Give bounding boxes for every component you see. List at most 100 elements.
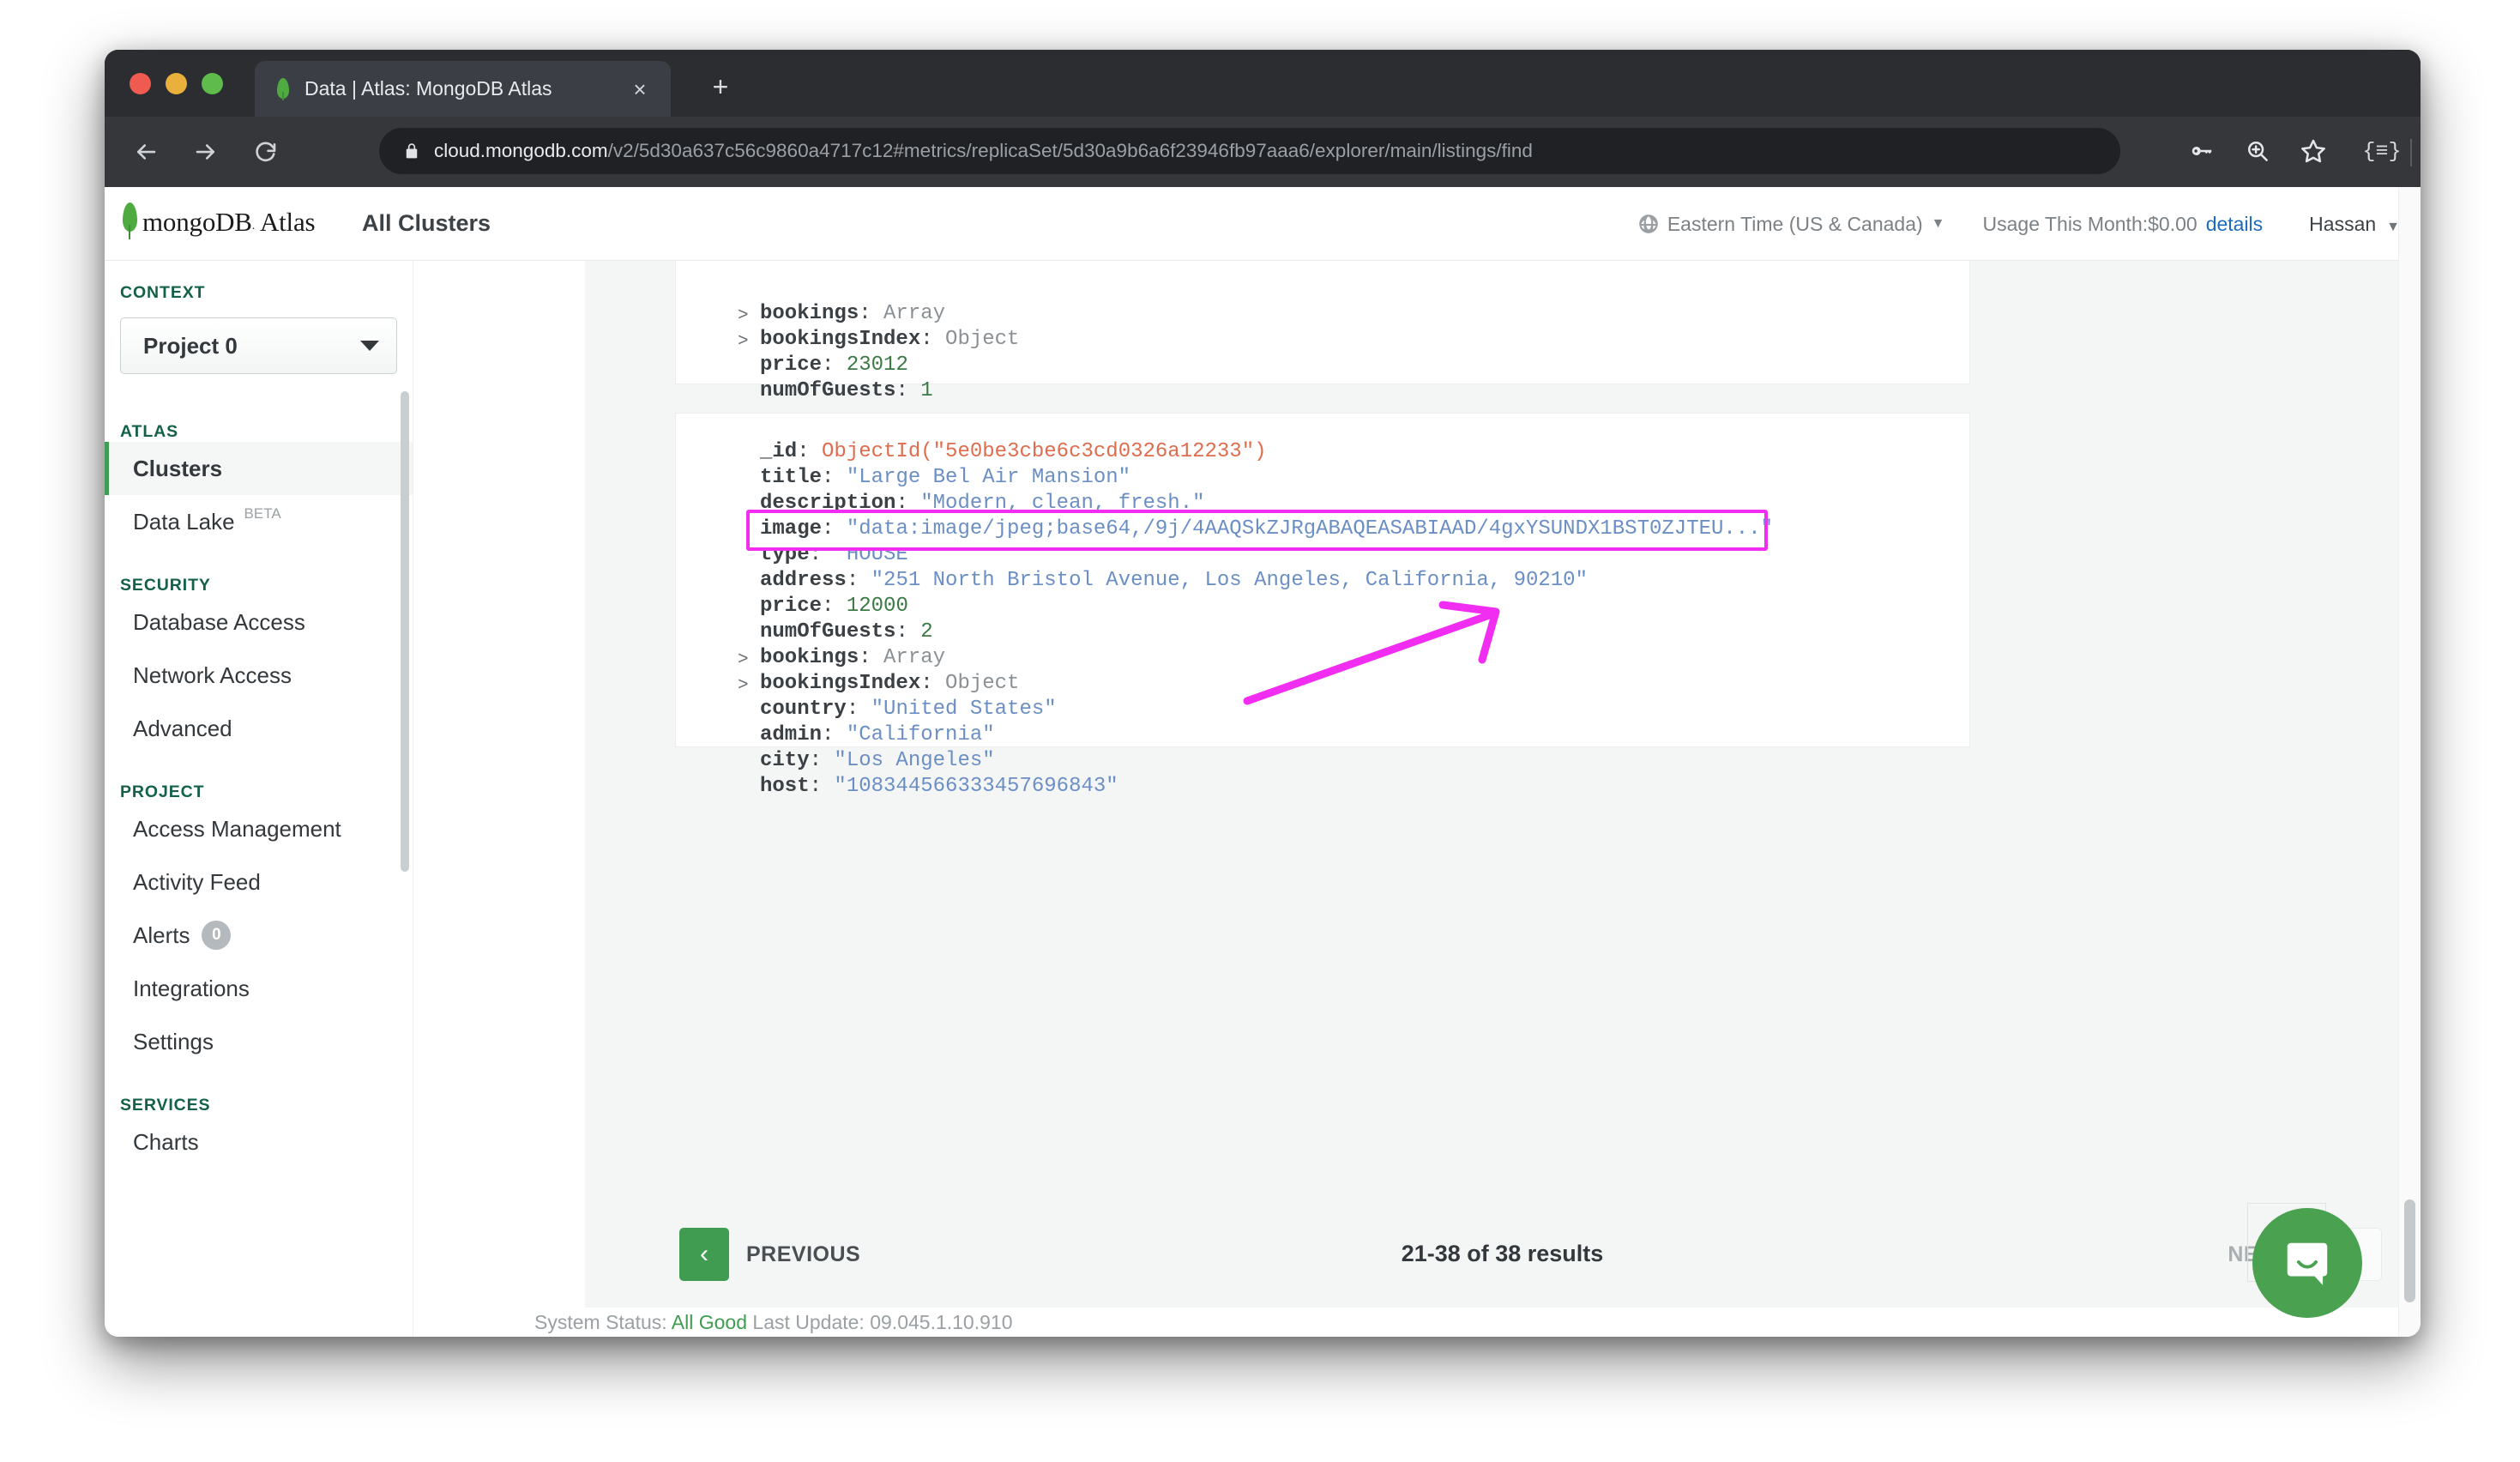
json-key: host <box>760 775 810 798</box>
json-key: bookings <box>760 302 859 325</box>
mongodb-atlas-logo[interactable]: mongoDB. Atlas <box>118 202 316 242</box>
build-label: Last Update: 09.045.1.10.910 <box>752 1311 1013 1333</box>
page-scrollbar-track[interactable] <box>2398 187 2421 1337</box>
sidebar-item-data-lake[interactable]: Data Lake BETA <box>105 495 413 548</box>
json-value: "California" <box>846 723 995 746</box>
json-sep: : <box>920 328 933 351</box>
json-field-num-of-guests: numOfGuests: 2 <box>760 620 933 643</box>
sidebar-item-label: Settings <box>133 1028 214 1054</box>
json-value: 12000 <box>846 595 908 618</box>
new-tab-button[interactable]: + <box>705 72 736 103</box>
page-scrollbar-thumb[interactable] <box>2404 1199 2415 1302</box>
expand-toggle-icon[interactable]: > <box>738 650 749 670</box>
sidebar-item-label: Integrations <box>133 975 250 1001</box>
project-selector[interactable]: Project 0 <box>120 317 397 374</box>
json-sep: : <box>846 698 859 721</box>
json-key: price <box>760 595 823 618</box>
json-key: bookingsIndex <box>760 328 921 351</box>
user-name-label: Hassan <box>2309 212 2377 235</box>
json-type: Array <box>883 646 946 669</box>
json-sep: : <box>920 672 933 695</box>
tab-title: Data | Atlas: MongoDB Atlas <box>304 77 552 100</box>
star-bookmark-icon[interactable] <box>2296 134 2330 168</box>
content-left-gutter <box>414 261 585 1337</box>
json-sep: : <box>797 440 810 463</box>
sidebar-item-access-management[interactable]: Access Management <box>105 802 413 855</box>
forward-arrow-icon[interactable] <box>187 133 225 171</box>
expand-toggle-icon[interactable]: > <box>738 332 749 352</box>
json-key: city <box>760 749 810 772</box>
json-field-id: _id: ObjectId("5e0be3cbe6c3cd0326a12233"… <box>760 440 1267 463</box>
alerts-count-badge: 0 <box>202 921 232 950</box>
mongodb-leaf-icon <box>274 76 292 102</box>
sidebar-item-label: Data Lake <box>133 508 235 535</box>
json-field-price: price: 23012 <box>760 353 908 377</box>
sidebar-item-alerts[interactable]: Alerts 0 <box>105 909 413 962</box>
json-key: bookingsIndex <box>760 672 921 695</box>
json-type: Object <box>945 672 1020 695</box>
json-key: title <box>760 466 823 489</box>
json-key: image <box>760 517 823 541</box>
url-text: cloud.mongodb.com/v2/5d30a637c56c9860a47… <box>434 140 1533 162</box>
timezone-selector[interactable]: Eastern Time (US & Canada) ▼ <box>1637 213 1945 236</box>
usage-details-link[interactable]: details <box>2206 213 2263 236</box>
expand-toggle-icon[interactable]: > <box>738 306 749 326</box>
zoom-search-icon[interactable] <box>2240 134 2275 168</box>
browser-toolbar: cloud.mongodb.com/v2/5d30a637c56c9860a47… <box>105 117 2421 187</box>
back-arrow-icon[interactable] <box>127 133 165 171</box>
json-field-country: country: "United States" <box>760 698 1057 721</box>
json-field-bookings: bookings: Array <box>760 646 945 669</box>
json-value: "108344566333457696843" <box>834 775 1118 798</box>
json-field-bookings-index: bookingsIndex: Object <box>760 672 1019 695</box>
sidebar-section-services: SERVICES <box>120 1096 211 1115</box>
json-field-title: title: "Large Bel Air Mansion" <box>760 466 1130 489</box>
json-key: numOfGuests <box>760 620 896 643</box>
json-field-admin: admin: "California" <box>760 723 995 746</box>
json-viewer-icon[interactable]: {≡} <box>2363 134 2402 168</box>
window-maximize-button[interactable] <box>202 73 223 94</box>
sidebar-item-label: Charts <box>133 1128 199 1155</box>
expand-toggle-icon[interactable]: > <box>738 676 749 696</box>
json-sep: : <box>809 775 823 798</box>
sidebar-item-database-access[interactable]: Database Access <box>105 595 413 649</box>
sidebar-item-network-access[interactable]: Network Access <box>105 649 413 702</box>
json-field-num-of-guests: numOfGuests: 1 <box>760 379 933 402</box>
sidebar-item-advanced[interactable]: Advanced <box>105 702 413 755</box>
json-key: _id <box>760 440 798 463</box>
footer-status-bar: System Status: All Good Last Update: 09.… <box>414 1308 2420 1337</box>
json-value: 2 <box>920 620 933 643</box>
json-key: country <box>760 698 847 721</box>
json-key: address <box>760 569 847 592</box>
timezone-label: Eastern Time (US & Canada) <box>1667 212 1923 235</box>
results-count-label: 21-38 of 38 results <box>1401 1241 1604 1266</box>
browser-tab[interactable]: Data | Atlas: MongoDB Atlas × <box>255 61 671 117</box>
intercom-chat-button[interactable] <box>2252 1208 2362 1318</box>
sidebar-item-settings[interactable]: Settings <box>105 1015 413 1068</box>
json-key: price <box>760 353 823 377</box>
sidebar-item-clusters[interactable]: Clusters <box>105 442 413 495</box>
json-field-bookings: bookings: Array <box>760 302 945 325</box>
toolbar-divider <box>2410 139 2412 166</box>
documents-results-pane: > bookings: Array > bookingsIndex: Objec… <box>585 261 2420 1337</box>
reload-icon[interactable] <box>247 133 285 171</box>
logo-text: mongoDB. Atlas <box>142 207 316 238</box>
window-close-button[interactable] <box>130 73 151 94</box>
key-icon[interactable] <box>2185 134 2219 168</box>
user-menu[interactable]: Hassan ▼ <box>2309 213 2400 236</box>
window-minimize-button[interactable] <box>166 73 187 94</box>
sidebar-item-activity-feed[interactable]: Activity Feed <box>105 855 413 909</box>
json-key: admin <box>760 723 823 746</box>
sidebar-item-integrations[interactable]: Integrations <box>105 962 413 1015</box>
address-bar[interactable]: cloud.mongodb.com/v2/5d30a637c56c9860a47… <box>379 128 2120 174</box>
sidebar-item-charts[interactable]: Charts <box>105 1115 413 1169</box>
json-type: Array <box>883 302 946 325</box>
json-value: "United States" <box>871 698 1057 721</box>
json-sep: : <box>822 466 835 489</box>
sidebar-scrollbar-thumb[interactable] <box>401 391 409 872</box>
status-badge: All Good <box>671 1311 748 1333</box>
usage-label: Usage This Month:$0.00 <box>1982 212 2197 235</box>
logo-brand: mongoDB <box>142 207 252 237</box>
close-icon[interactable]: × <box>628 77 652 101</box>
json-sep: : <box>895 620 908 643</box>
all-clusters-link[interactable]: All Clusters <box>362 210 491 237</box>
